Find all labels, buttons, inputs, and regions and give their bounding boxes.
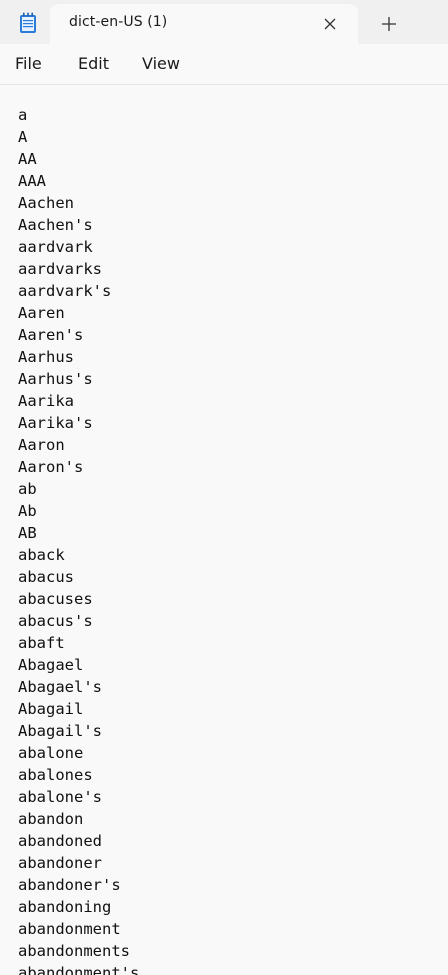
- text-line: abandoner's: [18, 876, 121, 894]
- text-line: AA: [18, 150, 37, 168]
- text-line: abalone: [18, 744, 84, 762]
- menu-bar: File Edit View: [0, 44, 448, 85]
- text-line: Abagail: [18, 700, 84, 718]
- text-line: abalone's: [18, 788, 102, 806]
- text-line: abandon: [18, 810, 84, 828]
- text-line: abacuses: [18, 590, 93, 608]
- notepad-window: dict-en-US (1) File Edit View a A AA AAA Aac…: [0, 0, 448, 975]
- text-line: Aaron: [18, 436, 65, 454]
- text-line: Aarika: [18, 392, 74, 410]
- text-line: AB: [18, 524, 37, 542]
- text-line: Aachen: [18, 194, 74, 212]
- text-line: Abagael's: [18, 678, 102, 696]
- text-line: aardvarks: [18, 260, 102, 278]
- text-line: Aarhus's: [18, 370, 93, 388]
- text-line: aardvark: [18, 238, 93, 256]
- text-line: abaft: [18, 634, 65, 652]
- text-line: Aarika's: [18, 414, 93, 432]
- text-line: Ab: [18, 502, 37, 520]
- text-line: Aaren's: [18, 326, 84, 344]
- text-line: abandonments: [18, 942, 130, 960]
- text-line: Aarhus: [18, 348, 74, 366]
- plus-icon[interactable]: [379, 14, 399, 34]
- text-line: AAA: [18, 172, 46, 190]
- menu-file[interactable]: File: [15, 54, 42, 73]
- tab-title: dict-en-US (1): [69, 14, 168, 30]
- tab-dict-en-us[interactable]: dict-en-US (1): [50, 4, 358, 44]
- text-line: aback: [18, 546, 65, 564]
- text-line: abandoned: [18, 832, 102, 850]
- text-line: Abagail's: [18, 722, 102, 740]
- text-line: A: [18, 128, 28, 146]
- text-line: abandonment's: [18, 964, 140, 975]
- text-line: abandoning: [18, 898, 112, 916]
- text-editor[interactable]: a A AA AAA Aachen Aachen's aardvark aardvarks aa…: [0, 85, 448, 975]
- notepad-icon: [20, 12, 36, 33]
- text-line: abandoner: [18, 854, 102, 872]
- text-line: a: [18, 106, 28, 124]
- text-line: aardvark's: [18, 282, 112, 300]
- menu-view[interactable]: View: [142, 54, 180, 73]
- text-line: Aaron's: [18, 458, 84, 476]
- text-line: Aachen's: [18, 216, 93, 234]
- text-line: abacus's: [18, 612, 93, 630]
- menu-edit[interactable]: Edit: [78, 54, 109, 73]
- tab-strip: dict-en-US (1): [0, 0, 448, 44]
- text-line: abalones: [18, 766, 93, 784]
- text-lines: a A AA AAA Aachen Aachen's aardvark aardvarks aa…: [18, 104, 139, 975]
- text-line: Aaren: [18, 304, 65, 322]
- close-icon[interactable]: [320, 14, 340, 34]
- text-line: abandonment: [18, 920, 121, 938]
- text-line: Abagael: [18, 656, 84, 674]
- text-line: ab: [18, 480, 37, 498]
- text-line: abacus: [18, 568, 74, 586]
